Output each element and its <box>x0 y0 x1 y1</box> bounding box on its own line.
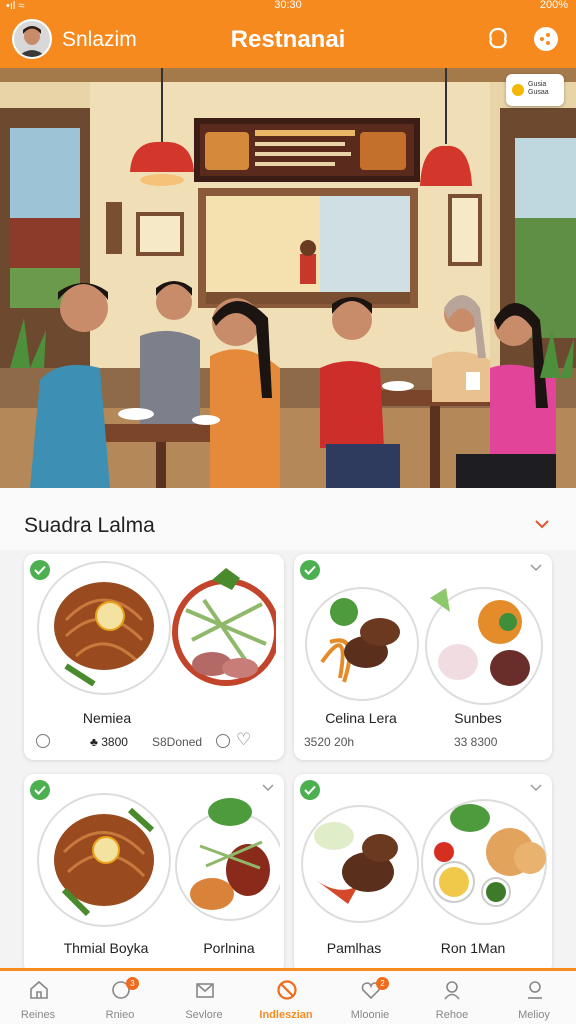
notification-badge: 3 <box>126 977 139 990</box>
tab-label: Reines <box>20 1009 56 1021</box>
dish-card[interactable]: Thmial Boyka Porlnina <box>24 774 284 974</box>
profile-icon <box>528 981 542 999</box>
dish-name: Porlnina <box>203 940 255 956</box>
tab-rehoe[interactable]: Rehoe <box>416 971 488 1024</box>
location-icon[interactable] <box>484 25 512 53</box>
dish-card[interactable]: Celina Lera Sunbes 3520 20h 33 8300 <box>294 554 552 760</box>
bottom-tab-bar: Reines 3 Rnieo Sevlore Indleszian 2 Mloo… <box>0 968 576 1024</box>
chevron-down-icon[interactable] <box>530 784 542 792</box>
tab-melioy[interactable]: Melioy <box>498 971 570 1024</box>
tab-label: Rnieo <box>105 1009 135 1021</box>
home-icon <box>30 980 48 999</box>
tab-label: Indleszian <box>259 1009 313 1021</box>
section-header: Suadra Lalma <box>0 488 576 550</box>
section-title: Suadra Lalma <box>24 514 155 537</box>
tab-label: Melioy <box>518 1009 550 1021</box>
battery-level: 200% <box>539 0 568 11</box>
dish-image <box>305 587 543 705</box>
user-icon <box>444 981 460 1000</box>
dish-price-value: 3800 <box>101 735 128 749</box>
badge-text: Gusia Gusaa <box>528 81 549 96</box>
dish-price: 3520 20h <box>304 735 355 749</box>
tab-reines[interactable]: Reines <box>2 971 74 1024</box>
dish-image <box>301 799 547 925</box>
dish-name: Ron 1Man <box>440 940 506 956</box>
rating-icon[interactable] <box>36 734 50 748</box>
tab-label: Rehoe <box>435 1009 469 1021</box>
settings-icon[interactable] <box>532 25 560 53</box>
dish-name: Pamlhas <box>326 940 382 956</box>
status-time: 30:30 <box>274 0 302 11</box>
mail-icon <box>196 983 214 998</box>
dish-price-extra: S8Doned <box>152 735 203 749</box>
restaurant-hero-image: Gusia Gusaa <box>0 68 576 488</box>
app-header: Snlazim Restnanai <box>0 12 576 68</box>
chevron-down-icon[interactable] <box>530 564 542 572</box>
tab-label: Mloonie <box>350 1009 390 1021</box>
dish-image <box>37 793 280 927</box>
check-icon[interactable] <box>300 560 320 580</box>
tab-sevlore[interactable]: Sevlore <box>168 971 240 1024</box>
app-screen: •ıl ≈ 30:30 200% Snlazim Restnanai Gusia… <box>0 0 576 1024</box>
chevron-down-icon[interactable] <box>534 518 550 530</box>
status-bar: •ıl ≈ 30:30 200% <box>0 0 576 12</box>
dish-price: 33 8300 <box>454 735 498 749</box>
notification-badge: 2 <box>376 977 389 990</box>
dish-name: Nemiea <box>82 710 132 726</box>
share-icon[interactable] <box>216 734 230 748</box>
badge-dot-icon <box>512 84 524 96</box>
no-icon <box>277 980 297 1000</box>
dish-name: Thmial Boyka <box>63 940 149 956</box>
dish-name: Celina Lera <box>325 710 397 726</box>
dish-card[interactable]: Pamlhas Ron 1Man <box>294 774 552 974</box>
rating-badge[interactable]: Gusia Gusaa <box>506 74 564 106</box>
dish-image <box>37 561 276 695</box>
dish-name: Sunbes <box>454 710 502 726</box>
dish-card[interactable]: Nemiea ♣ 3800 S8Doned ♡ <box>24 554 284 760</box>
tab-mloonie[interactable]: 2 Mloonie <box>334 971 406 1024</box>
dish-price: ♣ 3800 <box>90 735 128 749</box>
tab-indleszian[interactable]: Indleszian <box>250 971 322 1024</box>
tab-label: Sevlore <box>185 1009 223 1021</box>
tab-rnieo[interactable]: 3 Rnieo <box>84 971 156 1024</box>
heart-icon[interactable]: ♡ <box>236 730 251 750</box>
